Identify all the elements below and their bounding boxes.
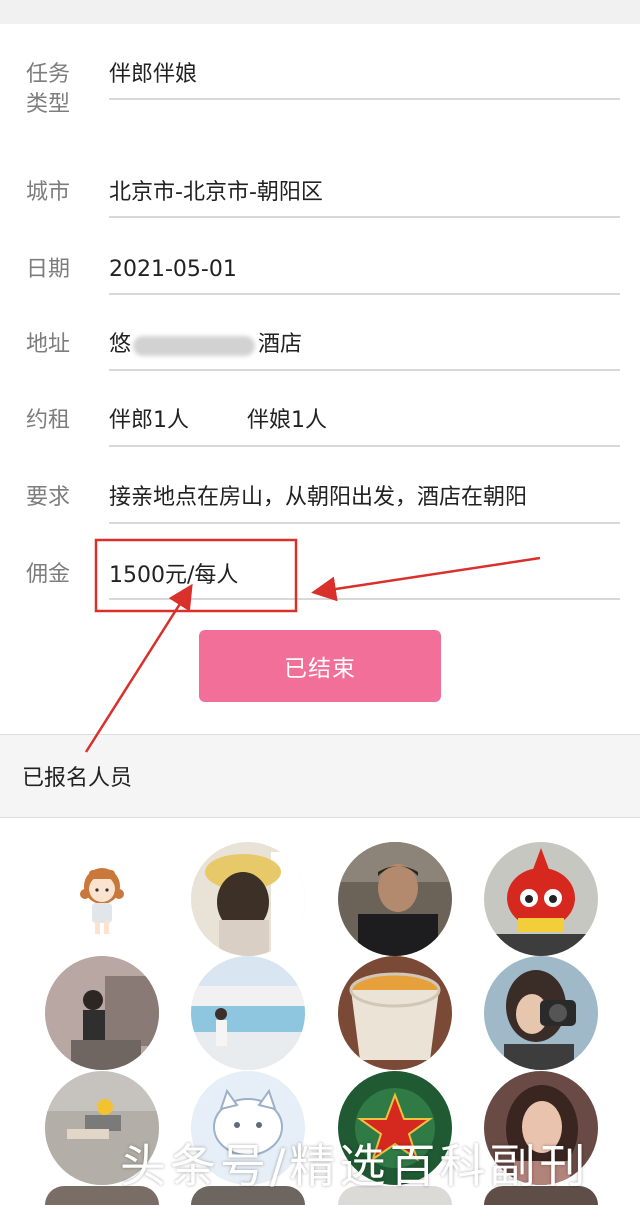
hat-girl-icon (191, 842, 305, 956)
task-type-row: 任务 类型 伴郎伴娘 (0, 58, 640, 138)
date-row: 日期 2021-05-01 (0, 253, 640, 297)
task-type-value: 伴郎伴娘 (109, 62, 198, 87)
address-underline (109, 369, 620, 371)
teacup-icon (338, 956, 452, 1070)
pool-girl-icon (191, 956, 305, 1070)
address-value-prefix: 悠 (109, 332, 132, 357)
city-row: 城市 北京市-北京市-朝阳区 (0, 176, 640, 220)
commission-row: 佣金 1500元/每人 (0, 560, 640, 604)
requirement-label: 要求 (26, 485, 71, 510)
registered-section-header: 已报名人员 (0, 734, 640, 818)
hire-row: 约租 伴郎1人 伴娘1人 (0, 406, 640, 450)
red-toy-icon (484, 842, 598, 956)
requirement-row: 要求 接亲地点在房山，从朝阳出发，酒店在朝阳 (0, 483, 640, 527)
date-underline (109, 293, 620, 295)
date-value: 2021-05-01 (109, 257, 237, 282)
sitting-girl-avatar[interactable] (45, 956, 159, 1070)
watermark-text: 头条号/精选百科副刊 (120, 1139, 590, 1193)
task-type-label: 任务 类型 (26, 62, 71, 117)
commission-label: 佣金 (26, 562, 71, 587)
status-ended-button[interactable]: 已结束 (199, 630, 441, 702)
commission-value: 1500元/每人 (109, 563, 239, 588)
red-toy-avatar[interactable] (484, 842, 598, 956)
man-photo-icon (338, 842, 452, 956)
hire-bridesmaid-value: 伴娘1人 (247, 408, 327, 433)
city-label: 城市 (26, 180, 71, 205)
address-value-suffix: 酒店 (258, 332, 303, 357)
hire-label: 约租 (26, 408, 71, 433)
address-row: 地址 悠 酒店 (0, 330, 640, 374)
city-underline (109, 216, 620, 218)
city-value: 北京市-北京市-朝阳区 (109, 180, 323, 205)
teacup-avatar[interactable] (338, 956, 452, 1070)
requirement-value: 接亲地点在房山，从朝阳出发，酒店在朝阳 (109, 485, 528, 510)
task-type-underline (109, 98, 620, 100)
cartoon-girl-icon (45, 842, 159, 956)
top-bar (0, 0, 640, 24)
hire-underline (109, 445, 620, 447)
requirement-underline (109, 522, 620, 524)
sitting-girl-icon (45, 956, 159, 1070)
hat-girl-avatar[interactable] (191, 842, 305, 956)
arrow-left (84, 583, 193, 753)
man-avatar[interactable] (338, 842, 452, 956)
address-label: 地址 (26, 332, 71, 357)
commission-underline (109, 598, 620, 600)
camera-girl-icon (484, 956, 598, 1070)
hire-groomsman-value: 伴郎1人 (109, 408, 189, 433)
camera-girl-avatar[interactable] (484, 956, 598, 1070)
date-label: 日期 (26, 257, 71, 282)
cartoon-girl-avatar[interactable] (45, 842, 159, 956)
address-redaction (133, 336, 255, 356)
registered-section-title: 已报名人员 (22, 766, 133, 791)
pool-girl-avatar[interactable] (191, 956, 305, 1070)
